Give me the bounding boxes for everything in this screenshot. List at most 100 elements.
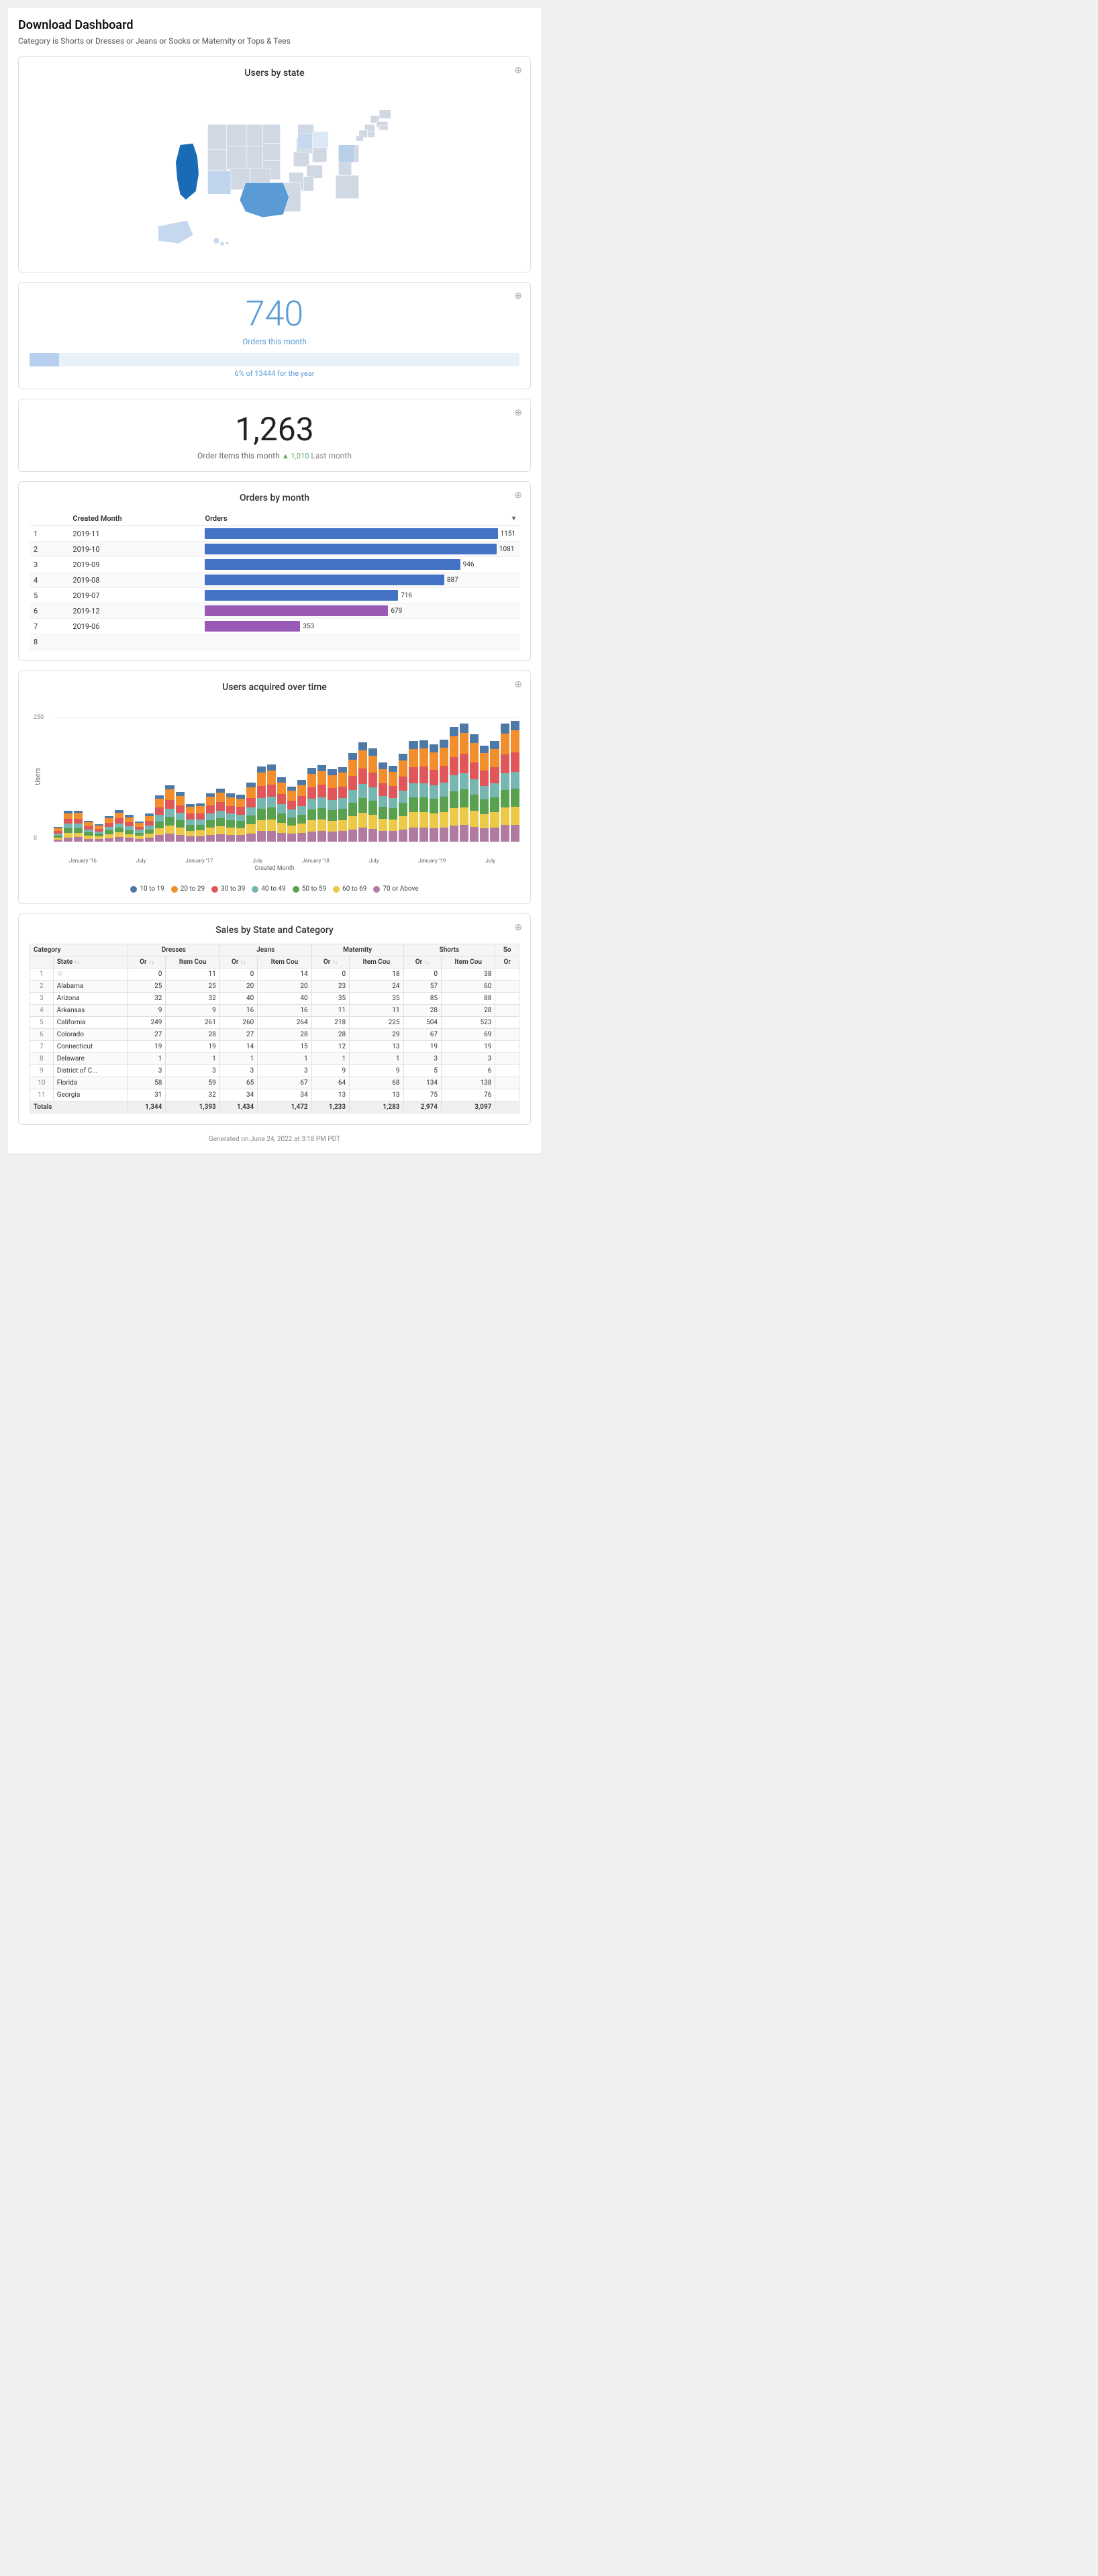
legend-item: 40 to 49 [252, 885, 285, 893]
table-row: 25 [128, 981, 165, 993]
category-header: Category [30, 944, 128, 956]
map-container [30, 87, 519, 261]
table-row: Georgia [53, 1089, 128, 1101]
bar-group [317, 717, 326, 842]
table-row: 12 [311, 1041, 349, 1053]
table-row: 25 [166, 981, 219, 993]
globe-icon-3: ⊕ [514, 407, 522, 418]
orders-bar-text: 6% of 13444 for the year [30, 369, 519, 378]
table-row: 4 [30, 573, 68, 588]
trend-value: 1,010 [291, 452, 309, 460]
dropdown-arrow[interactable]: ▾ [512, 515, 515, 522]
table-row: 679 [201, 603, 519, 619]
legend-item: 70 or Above [373, 885, 418, 893]
trend-arrow: ▲ [282, 452, 291, 460]
table-row: 28 [258, 1029, 311, 1041]
table-row: 8 [30, 634, 68, 650]
bar-group [196, 717, 205, 842]
table-row: 225 [350, 1017, 403, 1029]
table-row: 0 [219, 969, 257, 981]
legend-item: 10 to 19 [130, 885, 164, 893]
so-or-header: Or [495, 956, 519, 969]
bar-group [145, 717, 154, 842]
bar-group [84, 717, 93, 842]
table-row: 9 [311, 1065, 349, 1077]
us-map [30, 87, 519, 261]
bar-group [95, 717, 103, 842]
table-row: 35 [311, 993, 349, 1005]
stacked-chart-area: Users 250 0 January '16 July January '17… [30, 701, 519, 879]
table-row: 7 [30, 1041, 54, 1053]
table-row: 57 [403, 981, 441, 993]
table-row: 1151 [201, 526, 519, 542]
bar-group [409, 717, 417, 842]
table-row [495, 1041, 519, 1053]
table-row: 218 [311, 1017, 349, 1029]
table-row: District of C... [53, 1065, 128, 1077]
x-axis-labels: January '16 July January '17 July Januar… [30, 858, 519, 864]
sales-title: Sales by State and Category [30, 925, 519, 936]
maternity-header: Maternity [311, 944, 403, 956]
table-row: Alabama [53, 981, 128, 993]
bar-group [470, 717, 479, 842]
table-row: 31 [128, 1089, 165, 1101]
bar-group [440, 717, 448, 842]
bar-group [348, 717, 357, 842]
table-row [495, 993, 519, 1005]
table-row: 4 [30, 1005, 54, 1017]
table-row: 67 [258, 1077, 311, 1089]
bar-group [105, 717, 113, 842]
table-row: 1 [128, 1053, 165, 1065]
bar-group [115, 717, 123, 842]
orders-month-title: Orders by month [30, 493, 519, 503]
bar-group [54, 717, 62, 842]
table-row: 27 [219, 1029, 257, 1041]
table-row [201, 634, 519, 650]
chart-legend: 10 to 1920 to 2930 to 3940 to 4950 to 59… [30, 885, 519, 893]
d-ic-header: Item Cou [166, 956, 219, 969]
legend-item: 50 to 59 [293, 885, 326, 893]
table-row: Florida [53, 1077, 128, 1089]
globe-icon-2: ⊕ [514, 291, 522, 301]
table-row: 3 [166, 1065, 219, 1077]
table-row: 34 [219, 1089, 257, 1101]
table-row: 3 [403, 1053, 441, 1065]
table-row: 16 [219, 1005, 257, 1017]
bar-group [287, 717, 296, 842]
footer: Generated on June 24, 2022 at 3:18 PM PD… [18, 1136, 531, 1143]
page-title: Download Dashboard [18, 18, 531, 32]
table-row: 68 [350, 1077, 403, 1089]
table-row: 11 [350, 1005, 403, 1017]
bar-group [155, 717, 164, 842]
table-row: 3 [128, 1065, 165, 1077]
table-row: 1 [219, 1053, 257, 1065]
table-row: 14 [219, 1041, 257, 1053]
table-row: 5 [30, 588, 68, 603]
shorts-header: Shorts [403, 944, 495, 956]
totals-d-or: 1,344 [128, 1101, 165, 1113]
table-row: 1 [311, 1053, 349, 1065]
m-or-header: Or ↑↓ [311, 956, 349, 969]
orders-bar-fill [30, 353, 59, 366]
table-row: 18 [350, 969, 403, 981]
bar-group [267, 717, 276, 842]
bar-group [338, 717, 347, 842]
table-row: 19 [441, 1041, 495, 1053]
table-row: Connecticut [53, 1041, 128, 1053]
globe-icon-5: ⊕ [514, 679, 522, 690]
table-row: 10 [30, 1077, 54, 1089]
bar-group [450, 717, 458, 842]
table-row: 23 [311, 981, 349, 993]
table-row [495, 1089, 519, 1101]
table-row: 2019-07 [68, 588, 201, 603]
bar-group [216, 717, 225, 842]
table-row: 64 [311, 1077, 349, 1089]
table-row: 15 [258, 1041, 311, 1053]
bar-group [74, 717, 83, 842]
table-row: 2019-11 [68, 526, 201, 542]
bar-group [186, 717, 195, 842]
bar-group [501, 717, 509, 842]
table-row: 2019-08 [68, 573, 201, 588]
totals-j-ic: 1,472 [258, 1101, 311, 1113]
table-row: 2019-06 [68, 619, 201, 634]
